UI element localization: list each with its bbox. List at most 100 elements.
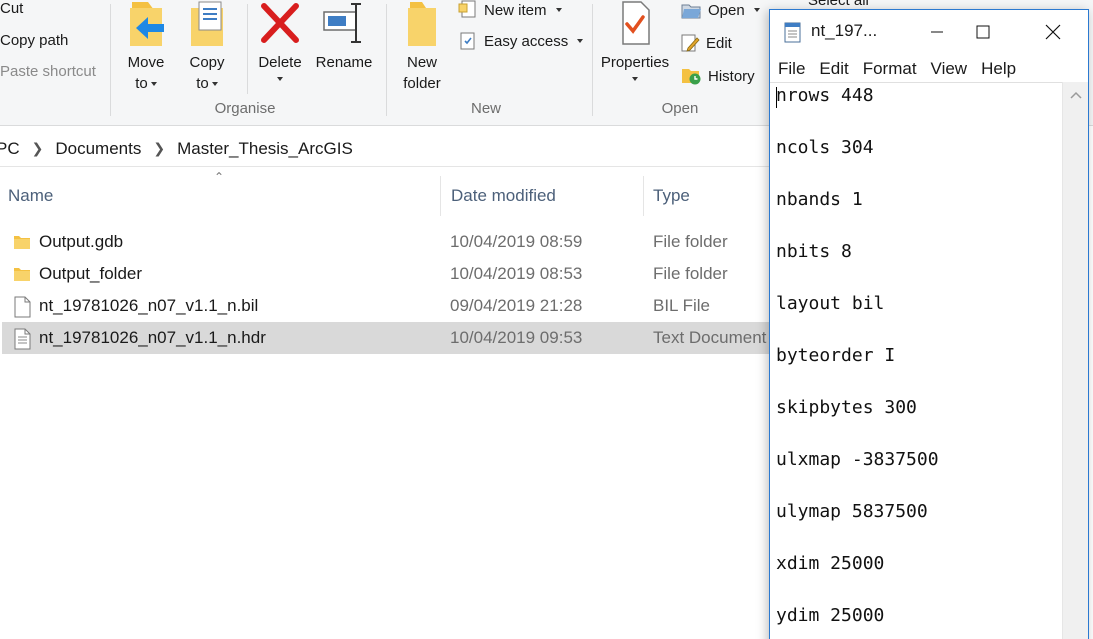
breadcrumb-pc[interactable]: PC	[0, 139, 20, 159]
vertical-scrollbar[interactable]	[1062, 82, 1088, 639]
notepad-text-area[interactable]: nrows 448 ncols 304 nbands 1 nbits 8 lay…	[770, 82, 1062, 639]
file-type: File folder	[653, 264, 728, 283]
delete-label: Delete	[258, 54, 302, 71]
edit-button[interactable]: Edit	[680, 33, 732, 53]
column-divider[interactable]	[440, 176, 441, 216]
chevron-right-icon[interactable]: ❯	[32, 140, 44, 157]
column-header-type-label: Type	[653, 186, 690, 205]
menu-view[interactable]: View	[931, 59, 968, 79]
notepad-icon	[784, 22, 801, 43]
column-header-name[interactable]: Name	[8, 176, 53, 216]
open-label: Open	[708, 1, 745, 19]
text-line: byteorder I	[776, 345, 896, 366]
file-name: nt_19781026_n07_v1.1_n.bil	[39, 296, 259, 315]
new-folder-label-1: New	[406, 54, 437, 71]
new-item-icon	[458, 0, 476, 18]
file-date: 10/04/2019 08:53	[450, 264, 583, 283]
delete-button[interactable]: Delete	[254, 0, 306, 81]
cut-label: Cut	[0, 0, 24, 17]
notepad-window: nt_197... File Edit Format View Help nro…	[769, 9, 1089, 639]
column-divider[interactable]	[643, 176, 644, 216]
column-header-date[interactable]: Date modified	[451, 176, 556, 216]
history-button[interactable]: History	[680, 66, 755, 86]
new-item-button[interactable]: New item	[458, 0, 562, 20]
move-to-button[interactable]: Move to	[120, 0, 172, 94]
breadcrumb-documents[interactable]: Documents	[55, 139, 141, 159]
list-item[interactable]: Output.gdb 10/04/2019 08:59 File folder	[2, 226, 802, 258]
sort-up-icon: ⌃	[214, 170, 225, 184]
file-name: nt_19781026_n07_v1.1_n.hdr	[39, 328, 266, 347]
folder-icon	[14, 236, 30, 249]
new-folder-button[interactable]: New folder	[396, 0, 448, 94]
ribbon-separator	[592, 4, 593, 116]
text-line: nbits 8	[776, 241, 852, 262]
easy-access-button[interactable]: Easy access	[458, 31, 584, 51]
properties-button[interactable]: Properties	[597, 0, 673, 81]
breadcrumb-master-thesis[interactable]: Master_Thesis_ArcGIS	[177, 139, 353, 159]
text-line: ulymap 5837500	[776, 501, 928, 522]
rename-button[interactable]: Rename	[313, 0, 375, 73]
open-group-label: Open	[661, 100, 699, 117]
chevron-up-icon	[1070, 91, 1082, 99]
text-line: skipbytes 300	[776, 397, 917, 418]
notepad-menu-bar: File Edit Format View Help	[770, 56, 1088, 82]
delete-icon	[261, 3, 299, 43]
file-icon	[14, 296, 31, 318]
new-folder-label-2: folder	[403, 75, 441, 92]
open-icon	[681, 4, 701, 19]
rename-label: Rename	[315, 54, 373, 71]
copy-to-button[interactable]: Copy to	[183, 0, 231, 94]
list-item[interactable]: nt_19781026_n07_v1.1_n.bil 09/04/2019 21…	[2, 290, 802, 322]
list-item-selected[interactable]: nt_19781026_n07_v1.1_n.hdr 10/04/2019 09…	[2, 322, 802, 354]
copy-to-label-1: Copy	[189, 54, 225, 71]
menu-help[interactable]: Help	[981, 59, 1016, 79]
rename-icon	[323, 3, 361, 43]
properties-label: Properties	[600, 54, 670, 71]
text-line: nrows 448	[776, 85, 874, 106]
file-date: 10/04/2019 08:59	[450, 232, 583, 251]
history-label: History	[708, 67, 755, 85]
new-folder-icon	[408, 2, 436, 46]
copy-path-button[interactable]: Copy path	[0, 32, 68, 49]
move-to-label-1: Move	[127, 54, 165, 71]
file-name: Output_folder	[39, 264, 143, 283]
paste-shortcut-button[interactable]: Paste shortcut	[0, 63, 96, 80]
text-line: nbands 1	[776, 189, 863, 210]
history-icon	[682, 69, 701, 85]
menu-format[interactable]: Format	[863, 59, 917, 79]
ribbon-separator	[386, 4, 387, 116]
open-button[interactable]: Open	[680, 0, 760, 20]
ribbon-separator	[247, 4, 248, 94]
folder-icon	[14, 268, 30, 281]
select-all-label: Select all	[808, 0, 869, 9]
chevron-right-icon[interactable]: ❯	[153, 140, 165, 157]
notepad-title-bar[interactable]: nt_197...	[770, 10, 1088, 56]
menu-edit[interactable]: Edit	[819, 59, 848, 79]
new-group-label: New	[470, 100, 501, 117]
file-date: 10/04/2019 09:53	[450, 328, 583, 347]
text-line: xdim 25000	[776, 553, 885, 574]
breadcrumb: PC ❯ Documents ❯ Master_Thesis_ArcGIS	[0, 131, 780, 167]
easy-access-label: Easy access	[484, 32, 569, 50]
file-date: 09/04/2019 21:28	[450, 296, 583, 315]
close-button[interactable]	[1030, 10, 1076, 54]
file-type: Text Document	[653, 328, 767, 347]
paste-shortcut-label: Paste shortcut	[0, 63, 96, 80]
minimize-icon	[931, 31, 943, 33]
copy-to-label-2: to	[196, 75, 209, 92]
minimize-button[interactable]	[914, 10, 960, 54]
text-line: ncols 304	[776, 137, 874, 158]
move-to-icon	[130, 2, 164, 46]
cut-button[interactable]: Cut	[0, 0, 23, 17]
organise-group-label: Organise	[214, 100, 276, 117]
column-header-type[interactable]: Type	[653, 176, 690, 216]
text-line: ydim 25000	[776, 605, 885, 626]
select-all-button[interactable]: Select all	[808, 0, 869, 9]
scroll-up-button[interactable]	[1063, 82, 1089, 108]
easy-access-icon	[460, 32, 475, 50]
maximize-button[interactable]	[960, 10, 1006, 54]
menu-file[interactable]: File	[778, 59, 805, 79]
file-name: Output.gdb	[39, 232, 124, 251]
move-to-label-2: to	[135, 75, 148, 92]
list-item[interactable]: Output_folder 10/04/2019 08:53 File fold…	[2, 258, 802, 290]
